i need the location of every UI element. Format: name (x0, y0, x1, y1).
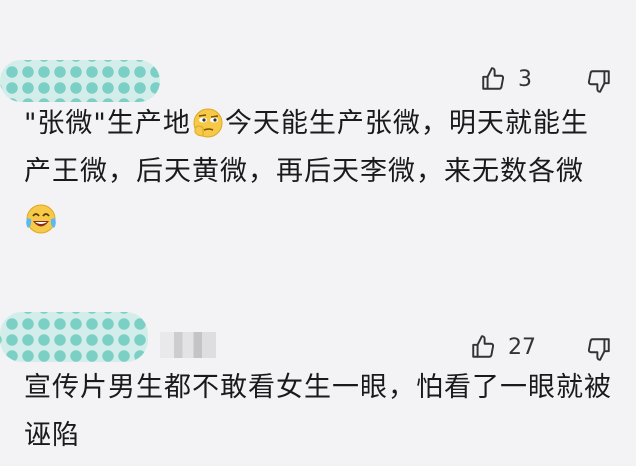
comment-text: 宣传片男生都不敢看女生一眼，怕看了一眼就被诬陷 (24, 372, 612, 451)
comment-text-part1: "张微"生产地 (24, 108, 191, 139)
thumbs-down-icon (587, 70, 610, 93)
like-count: 27 (508, 334, 536, 360)
comment-text: "张微"生产地 今天能生产张微，明天就能生产王微，后天黄微，再后天李微，来无数各… (24, 100, 614, 244)
blurred-username (160, 332, 216, 358)
redacted-username-mosaic (0, 60, 160, 102)
thumbs-up-icon (472, 335, 495, 358)
like-button[interactable]: 27 (470, 334, 536, 360)
like-button[interactable]: 3 (480, 66, 532, 92)
thumbs-down-icon (587, 338, 610, 361)
dislike-button[interactable] (586, 68, 612, 94)
thinking-face-emoji-icon (191, 106, 225, 140)
crying-laughing-emoji-icon (24, 202, 58, 236)
dislike-button[interactable] (586, 336, 612, 362)
thumbs-up-icon (482, 67, 505, 90)
like-count: 3 (518, 66, 532, 92)
redacted-username-mosaic (0, 312, 148, 362)
